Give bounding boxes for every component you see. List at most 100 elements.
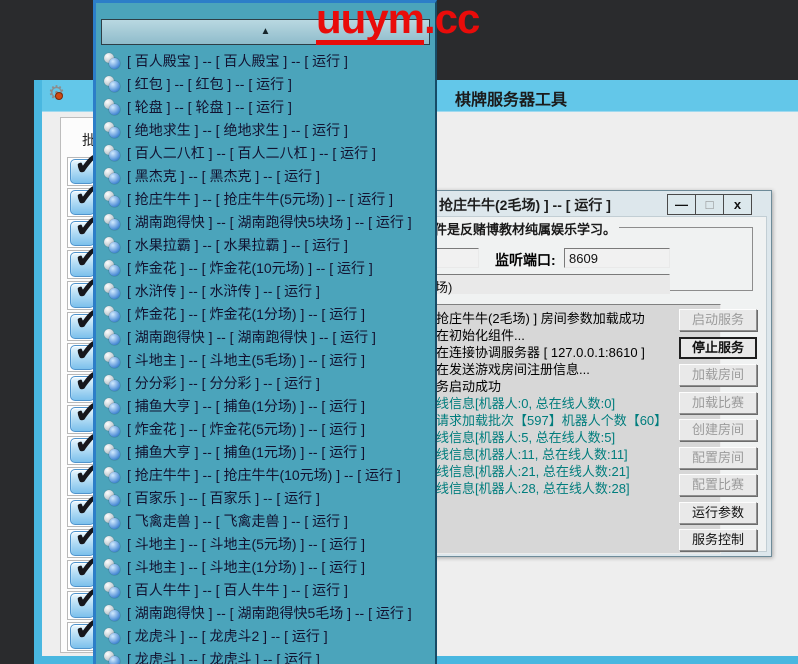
dropdown-item-label: [ 百人牛牛 ] -- [ 百人牛牛 ] -- [ 运行 ] <box>127 580 348 600</box>
network-icon <box>104 605 120 621</box>
dropdown-item[interactable]: [ 湖南跑得快 ] -- [ 湖南跑得快5毛场 ] -- [ 运行 ] <box>96 601 435 624</box>
stop-service-button[interactable]: 停止服务 <box>679 337 757 359</box>
log-line: 线信息[机器人:0, 总在线人数:0] <box>436 395 718 412</box>
network-icon <box>104 76 120 92</box>
dropdown-item[interactable]: [ 斗地主 ] -- [ 斗地主(5毛场) ] -- [ 运行 ] <box>96 348 435 371</box>
dropdown-item[interactable]: [ 绝地求生 ] -- [ 绝地求生 ] -- [ 运行 ] <box>96 118 435 141</box>
dropdown-item-label: [ 斗地主 ] -- [ 斗地主(5元场) ] -- [ 运行 ] <box>127 534 365 554</box>
network-icon <box>104 283 120 299</box>
dropdown-item-label: [ 百人二八杠 ] -- [ 百人二八杠 ] -- [ 运行 ] <box>127 143 376 163</box>
network-icon <box>104 467 120 483</box>
log-line: 在发送游戏房间注册信息... <box>436 361 718 378</box>
network-icon <box>104 306 120 322</box>
network-icon <box>104 398 120 414</box>
dropdown-item-label: [ 龙虎斗 ] -- [ 龙虎斗 ] -- [ 运行 ] <box>127 649 320 664</box>
dropdown-item[interactable]: [ 百人殿宝 ] -- [ 百人殿宝 ] -- [ 运行 ] <box>96 49 435 72</box>
dropdown-item-label: [ 红包 ] -- [ 红包 ] -- [ 运行 ] <box>127 74 292 94</box>
dropdown-item[interactable]: [ 斗地主 ] -- [ 斗地主(5元场) ] -- [ 运行 ] <box>96 532 435 555</box>
network-icon <box>104 122 120 138</box>
network-icon <box>104 628 120 644</box>
game-dropdown-list: ▲ [ 百人殿宝 ] -- [ 百人殿宝 ] -- [ 运行 ] [ 红包 ] … <box>93 0 437 664</box>
watermark-main: uuym <box>316 0 424 45</box>
dropdown-item[interactable]: [ 红包 ] -- [ 红包 ] -- [ 运行 ] <box>96 72 435 95</box>
network-icon <box>104 168 120 184</box>
log-line: 请求加载批次【597】机器人个数【60】 <box>436 412 718 429</box>
dropdown-item[interactable]: [ 轮盘 ] -- [ 轮盘 ] -- [ 运行 ] <box>96 95 435 118</box>
dropdown-item[interactable]: [ 水浒传 ] -- [ 水浒传 ] -- [ 运行 ] <box>96 279 435 302</box>
close-icon: x <box>734 197 741 212</box>
network-icon <box>104 99 120 115</box>
dropdown-item[interactable]: [ 抢庄牛牛 ] -- [ 抢庄牛牛(10元场) ] -- [ 运行 ] <box>96 463 435 486</box>
dropdown-item[interactable]: [ 百人二八杠 ] -- [ 百人二八杠 ] -- [ 运行 ] <box>96 141 435 164</box>
desktop: ⚙ 棋牌服务器工具 批量 ✔ ✔ ✔ ✔ ✔ ✔ ✔ ✔ ✔ ✔ ✔ ✔ ✔ ✔… <box>0 0 798 664</box>
log-line: 在连接协调服务器 [ 127.0.0.1:8610 ] <box>436 344 718 361</box>
dropdown-item-label: [ 炸金花 ] -- [ 炸金花(5元场) ] -- [ 运行 ] <box>127 419 365 439</box>
listen-port-input[interactable]: 8609 <box>564 248 670 268</box>
dropdown-item-label: [ 斗地主 ] -- [ 斗地主(5毛场) ] -- [ 运行 ] <box>127 350 365 370</box>
network-icon <box>104 421 120 437</box>
dropdown-item[interactable]: [ 分分彩 ] -- [ 分分彩 ] -- [ 运行 ] <box>96 371 435 394</box>
dropdown-item-label: [ 水浒传 ] -- [ 水浒传 ] -- [ 运行 ] <box>127 281 320 301</box>
network-icon <box>104 237 120 253</box>
dropdown-item[interactable]: [ 黑杰克 ] -- [ 黑杰克 ] -- [ 运行 ] <box>96 164 435 187</box>
network-icon <box>104 214 120 230</box>
gear-icon: ⚙ <box>48 83 65 105</box>
service-control-button[interactable]: 服务控制 <box>679 529 757 551</box>
dropdown-item-label: [ 炸金花 ] -- [ 炸金花(1分场) ] -- [ 运行 ] <box>127 304 365 324</box>
room-checkbox[interactable]: ✔ <box>70 624 95 649</box>
maximize-button[interactable]: □ <box>695 194 724 215</box>
dropdown-item-label: [ 轮盘 ] -- [ 轮盘 ] -- [ 运行 ] <box>127 97 292 117</box>
dropdown-item[interactable]: [ 水果拉霸 ] -- [ 水果拉霸 ] -- [ 运行 ] <box>96 233 435 256</box>
dropdown-item-label: [ 捕鱼大亨 ] -- [ 捕鱼(1分场) ] -- [ 运行 ] <box>127 396 365 416</box>
start-service-button[interactable]: 启动服务 <box>679 309 757 331</box>
dropdown-item[interactable]: [ 百人牛牛 ] -- [ 百人牛牛 ] -- [ 运行 ] <box>96 578 435 601</box>
room-name-input[interactable]: 场) <box>401 274 670 294</box>
dropdown-item-label: [ 分分彩 ] -- [ 分分彩 ] -- [ 运行 ] <box>127 373 320 393</box>
dropdown-item[interactable]: [ 捕鱼大亨 ] -- [ 捕鱼(1分场) ] -- [ 运行 ] <box>96 394 435 417</box>
main-window-title: 棋牌服务器工具 <box>455 86 567 110</box>
watermark-suffix: .cc <box>424 0 479 42</box>
network-icon <box>104 559 120 575</box>
network-icon <box>104 53 120 69</box>
run-params-button[interactable]: 运行参数 <box>679 502 757 524</box>
dropdown-item-label: [ 捕鱼大亨 ] -- [ 捕鱼(1元场) ] -- [ 运行 ] <box>127 442 365 462</box>
dropdown-item-label: [ 绝地求生 ] -- [ 绝地求生 ] -- [ 运行 ] <box>127 120 348 140</box>
network-icon <box>104 582 120 598</box>
maximize-icon: □ <box>706 197 714 212</box>
config-room-button[interactable]: 配置房间 <box>679 447 757 469</box>
minimize-icon: — <box>675 197 688 212</box>
dropdown-item[interactable]: [ 捕鱼大亨 ] -- [ 捕鱼(1元场) ] -- [ 运行 ] <box>96 440 435 463</box>
dropdown-item-label: [ 抢庄牛牛 ] -- [ 抢庄牛牛(5元场) ] -- [ 运行 ] <box>127 189 393 209</box>
dropdown-item[interactable]: [ 炸金花 ] -- [ 炸金花(1分场) ] -- [ 运行 ] <box>96 302 435 325</box>
dropdown-item[interactable]: [ 湖南跑得快 ] -- [ 湖南跑得快 ] -- [ 运行 ] <box>96 325 435 348</box>
dropdown-item[interactable]: [ 龙虎斗 ] -- [ 龙虎斗 ] -- [ 运行 ] <box>96 647 435 664</box>
dropdown-item-label: [ 湖南跑得快 ] -- [ 湖南跑得快5毛场 ] -- [ 运行 ] <box>127 603 412 623</box>
dropdown-item[interactable]: [ 斗地主 ] -- [ 斗地主(1分场) ] -- [ 运行 ] <box>96 555 435 578</box>
dropdown-item[interactable]: [ 炸金花 ] -- [ 炸金花(10元场) ] -- [ 运行 ] <box>96 256 435 279</box>
dropdown-item[interactable]: [ 抢庄牛牛 ] -- [ 抢庄牛牛(5元场) ] -- [ 运行 ] <box>96 187 435 210</box>
dropdown-item-label: [ 抢庄牛牛 ] -- [ 抢庄牛牛(10元场) ] -- [ 运行 ] <box>127 465 401 485</box>
dropdown-item-label: [ 飞禽走兽 ] -- [ 飞禽走兽 ] -- [ 运行 ] <box>127 511 348 531</box>
load-room-button[interactable]: 加载房间 <box>679 364 757 386</box>
load-match-button[interactable]: 加载比赛 <box>679 392 757 414</box>
watermark: uuym.cc <box>316 0 479 45</box>
close-button[interactable]: x <box>723 194 752 215</box>
config-match-button[interactable]: 配置比赛 <box>679 474 757 496</box>
log-line: 抢庄牛牛(2毛场) ] 房间参数加载成功 <box>436 310 718 327</box>
dropdown-item-label: [ 水果拉霸 ] -- [ 水果拉霸 ] -- [ 运行 ] <box>127 235 348 255</box>
network-icon <box>104 145 120 161</box>
dropdown-item-label: [ 黑杰克 ] -- [ 黑杰克 ] -- [ 运行 ] <box>127 166 320 186</box>
create-room-button[interactable]: 创建房间 <box>679 419 757 441</box>
dropdown-item[interactable]: [ 龙虎斗 ] -- [ 龙虎斗2 ] -- [ 运行 ] <box>96 624 435 647</box>
dropdown-item[interactable]: [ 飞禽走兽 ] -- [ 飞禽走兽 ] -- [ 运行 ] <box>96 509 435 532</box>
listen-port-label: 监听端口: <box>495 250 556 270</box>
dropdown-item[interactable]: [ 炸金花 ] -- [ 炸金花(5元场) ] -- [ 运行 ] <box>96 417 435 440</box>
dropdown-item[interactable]: [ 百家乐 ] -- [ 百家乐 ] -- [ 运行 ] <box>96 486 435 509</box>
dropdown-item-label: [ 百人殿宝 ] -- [ 百人殿宝 ] -- [ 运行 ] <box>127 51 348 71</box>
log-line: 线信息[机器人:11, 总在线人数:11] <box>436 446 718 463</box>
network-icon <box>104 536 120 552</box>
child-window-title: 抢庄牛牛(2毛场) ] -- [ 运行 ] <box>439 195 611 215</box>
network-icon <box>104 329 120 345</box>
dropdown-item[interactable]: [ 湖南跑得快 ] -- [ 湖南跑得快5块场 ] -- [ 运行 ] <box>96 210 435 233</box>
minimize-button[interactable]: — <box>667 194 696 215</box>
